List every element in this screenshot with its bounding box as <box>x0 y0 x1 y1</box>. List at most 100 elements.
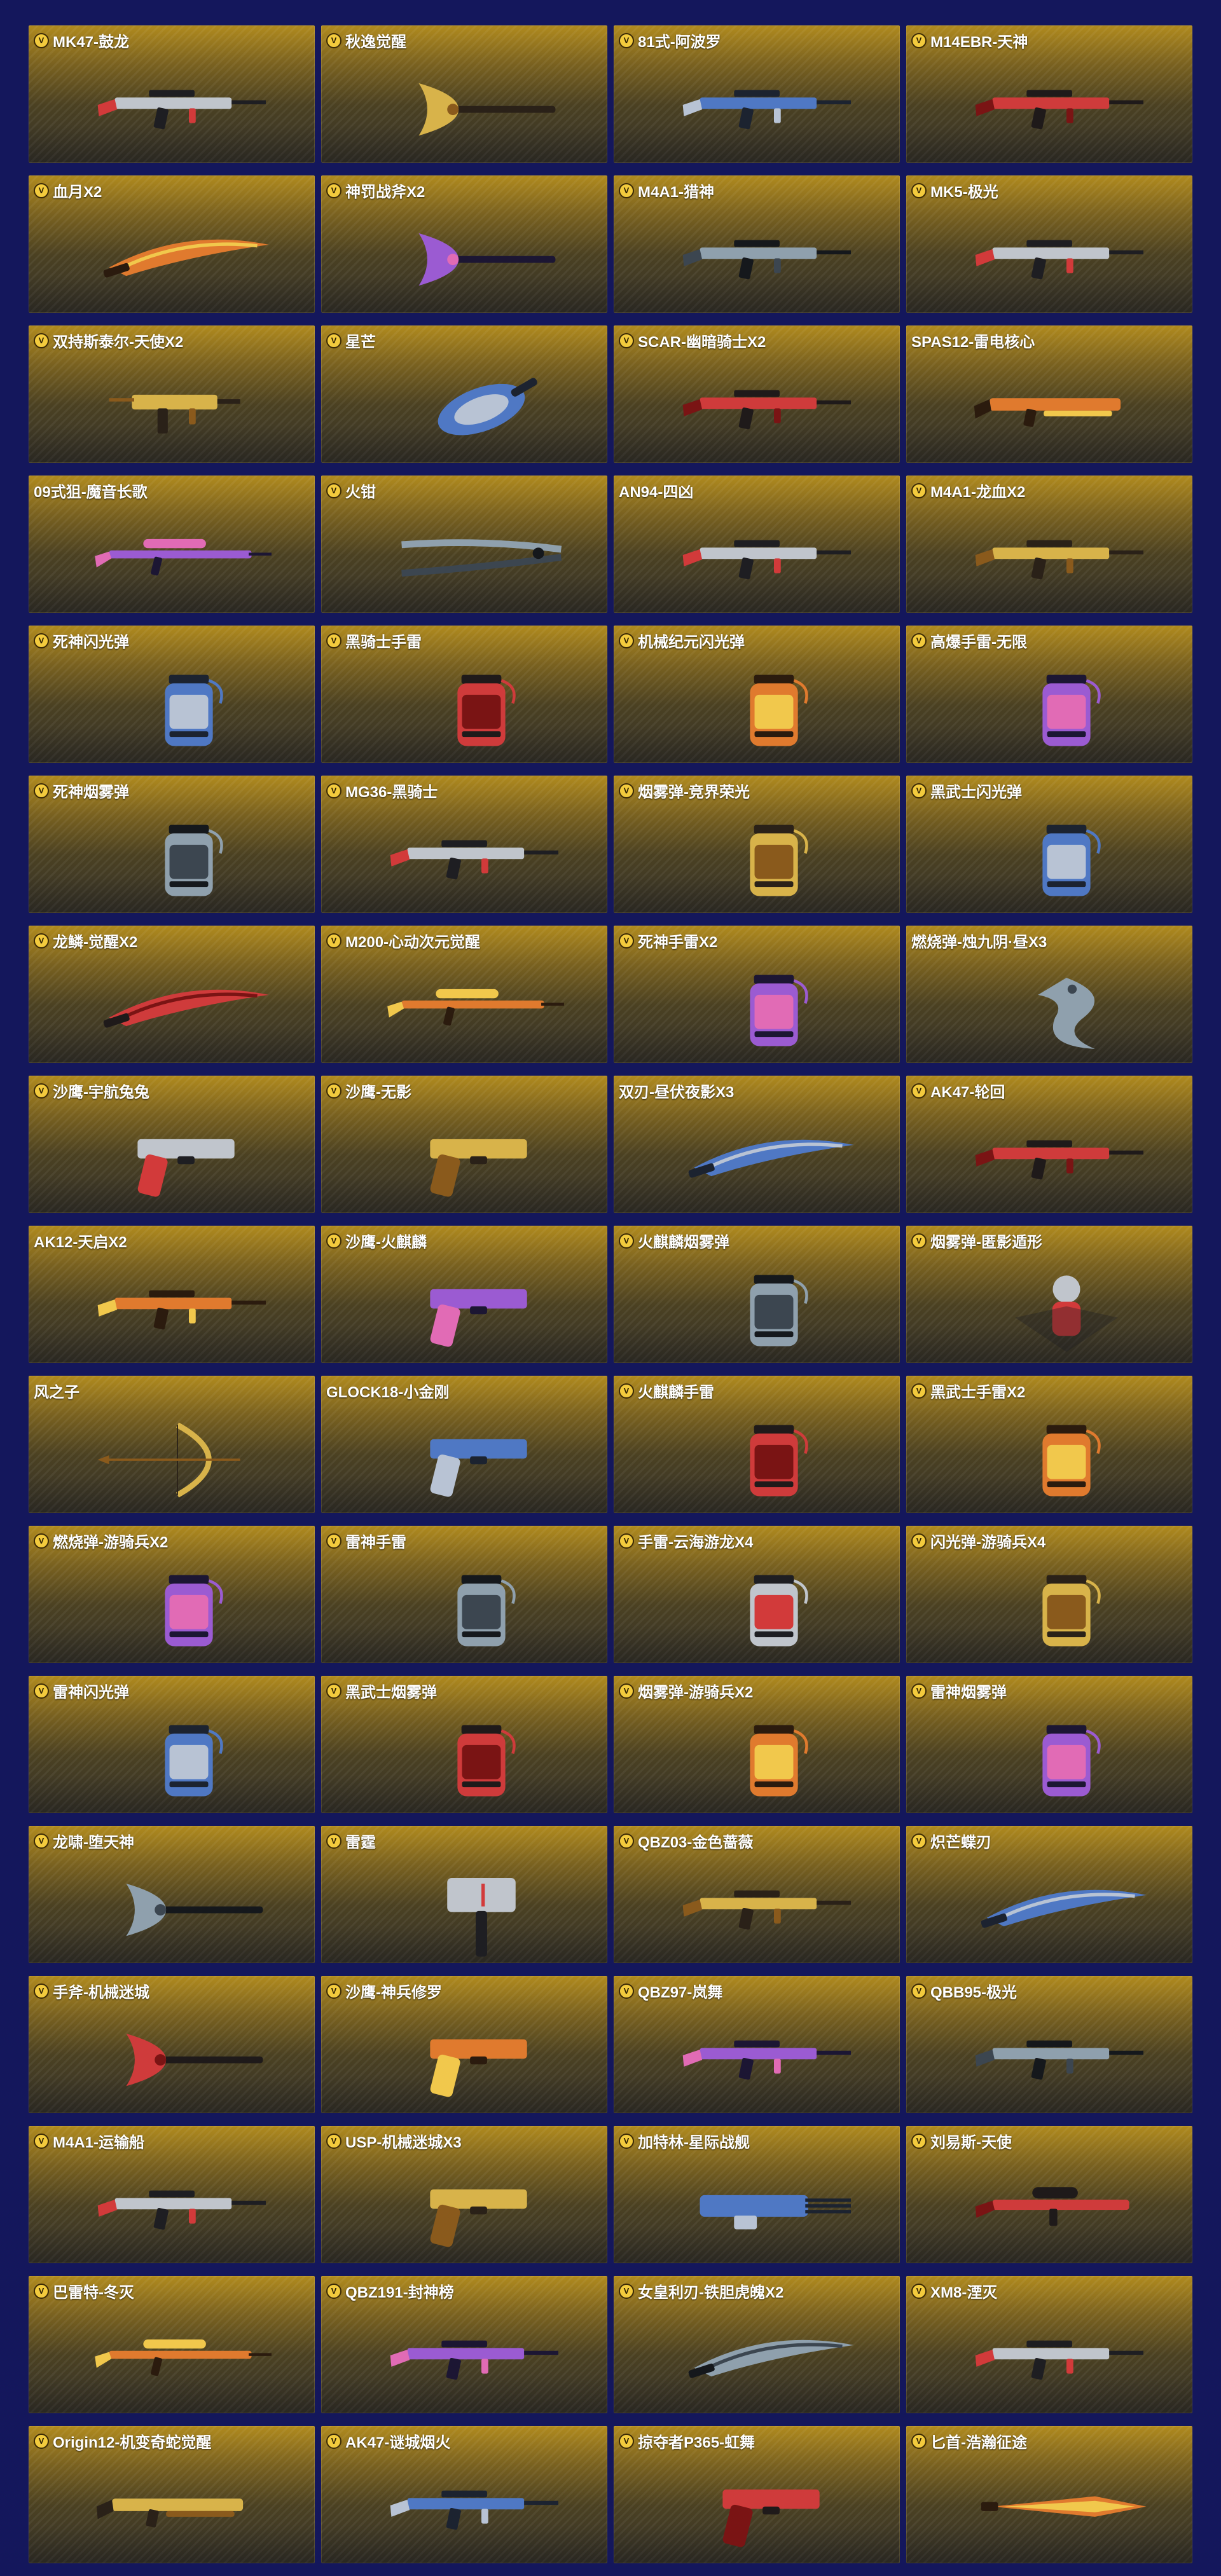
weapon-card[interactable]: V 火麒麟烟雾弹 <box>614 1226 900 1363</box>
weapon-card[interactable]: V 龙鳞-觉醒X2 <box>29 926 315 1063</box>
weapon-card[interactable]: V 沙鹰-火麒麟 <box>321 1226 607 1363</box>
dragon-figure-icon <box>963 972 1169 1050</box>
card-header: V QBZ03-金色蔷薇 <box>619 1830 753 1852</box>
weapon-card[interactable]: V 机械纪元闪光弹 <box>614 626 900 763</box>
weapon-name: 星芒 <box>345 334 376 351</box>
weapon-card[interactable]: V MG36-黑骑士 <box>321 776 607 913</box>
weapon-card[interactable]: V 烟雾弹-竞界荣光 <box>614 776 900 913</box>
weapon-card[interactable]: V 烟雾弹-游骑兵X2 <box>614 1676 900 1813</box>
card-header: V Origin12-机变奇蛇觉醒 <box>34 2430 211 2452</box>
weapon-card[interactable]: V 秋逸觉醒 <box>321 25 607 163</box>
card-header: V 烟雾弹-竞界荣光 <box>619 779 750 802</box>
weapon-card[interactable]: V M4A1-猎神 <box>614 175 900 313</box>
weapon-card[interactable]: V QBZ97-岚舞 <box>614 1976 900 2113</box>
weapon-card[interactable]: V 高爆手雷-无限 <box>906 626 1192 763</box>
weapon-name: 火麒麟烟雾弹 <box>638 1234 729 1251</box>
weapon-card[interactable]: V MK5-极光 <box>906 175 1192 313</box>
weapon-card[interactable]: V 星芒 <box>321 325 607 463</box>
weapon-card[interactable]: V 死神闪光弹 <box>29 626 315 763</box>
weapon-card[interactable]: V 火麒麟手雷 <box>614 1376 900 1513</box>
weapon-card[interactable]: V SCAR-幽暗骑士X2 <box>614 325 900 463</box>
weapon-card[interactable]: V 手斧-机械迷城 <box>29 1976 315 2113</box>
grenade-icon <box>671 1272 877 1349</box>
weapon-card[interactable]: V M4A1-运输船 <box>29 2126 315 2263</box>
weapon-card[interactable]: V 沙鹰-宇航兔兔 <box>29 1076 315 1213</box>
weapon-name: 双持斯泰尔-天使X2 <box>53 334 184 351</box>
weapon-card[interactable]: V M14EBR-天神 <box>906 25 1192 163</box>
weapon-card[interactable]: V M4A1-龙血X2 <box>906 476 1192 613</box>
weapon-card[interactable]: V QBB95-极光 <box>906 1976 1192 2113</box>
card-header: V 双持斯泰尔-天使X2 <box>34 329 183 352</box>
weapon-card[interactable]: V 雷神闪光弹 <box>29 1676 315 1813</box>
weapon-card[interactable]: V 雷神烟雾弹 <box>906 1676 1192 1813</box>
weapon-card[interactable]: 09式狙-魔音长歌 <box>29 476 315 613</box>
weapon-card[interactable]: V QBZ03-金色蔷薇 <box>614 1826 900 1963</box>
weapon-card[interactable]: V 死神烟雾弹 <box>29 776 315 913</box>
weapon-card[interactable]: V 血月X2 <box>29 175 315 313</box>
weapon-card[interactable]: GLOCK18-小金刚 <box>321 1376 607 1513</box>
v-badge-icon: V <box>326 2133 341 2149</box>
pistol-icon <box>378 2022 584 2099</box>
card-header: V MK47-鼓龙 <box>34 29 129 51</box>
weapon-card[interactable]: V 沙鹰-无影 <box>321 1076 607 1213</box>
weapon-card[interactable]: V AK47-轮回 <box>906 1076 1192 1213</box>
weapon-card[interactable]: V M200-心动次元觉醒 <box>321 926 607 1063</box>
weapon-card[interactable]: AK12-天启X2 <box>29 1226 315 1363</box>
card-header: V 沙鹰-火麒麟 <box>326 1230 427 1252</box>
weapon-card[interactable]: AN94-四凶 <box>614 476 900 613</box>
pistol-icon <box>378 1272 584 1349</box>
weapon-card[interactable]: V 匕首-浩瀚征途 <box>906 2426 1192 2563</box>
weapon-card[interactable]: V 炽芒蝶刃 <box>906 1826 1192 1963</box>
weapon-name: M4A1-猎神 <box>638 184 715 201</box>
card-header: V M14EBR-天神 <box>911 29 1028 51</box>
weapon-card[interactable]: V 燃烧弹-游骑兵X2 <box>29 1526 315 1663</box>
weapon-card[interactable]: V 黑武士闪光弹 <box>906 776 1192 913</box>
weapon-card[interactable]: V 雷神手雷 <box>321 1526 607 1663</box>
blade-icon <box>671 1122 877 1199</box>
weapon-card[interactable]: V 手雷-云海游龙X4 <box>614 1526 900 1663</box>
weapon-card[interactable]: V 黑骑士手雷 <box>321 626 607 763</box>
weapon-card[interactable]: 双刃-昼伏夜影X3 <box>614 1076 900 1213</box>
weapon-card[interactable]: V 刘易斯-天使 <box>906 2126 1192 2263</box>
weapon-card[interactable]: 燃烧弹-烛九阴·昼X3 <box>906 926 1192 1063</box>
rifle-icon <box>671 222 877 299</box>
weapon-card[interactable]: V 女皇利刃-铁胆虎魄X2 <box>614 2276 900 2413</box>
weapon-card[interactable]: V 沙鹰-神兵修罗 <box>321 1976 607 2113</box>
weapon-card[interactable]: V 神罚战斧X2 <box>321 175 607 313</box>
weapon-card[interactable]: V 81式-阿波罗 <box>614 25 900 163</box>
v-badge-icon: V <box>326 1233 341 1249</box>
weapon-card[interactable]: V 掠夺者P365-虹舞 <box>614 2426 900 2563</box>
weapon-card[interactable]: V 巴雷特-冬灭 <box>29 2276 315 2413</box>
weapon-card[interactable]: V 黑武士烟雾弹 <box>321 1676 607 1813</box>
weapon-card[interactable]: 风之子 <box>29 1376 315 1513</box>
weapon-name: 风之子 <box>34 1384 79 1401</box>
pistol-icon <box>671 2472 877 2549</box>
card-header: V 雷神烟雾弹 <box>911 1680 1007 1702</box>
card-header: 双刃-昼伏夜影X3 <box>619 1079 734 1102</box>
v-badge-icon: V <box>911 483 927 498</box>
weapon-name: AK47-谜城烟火 <box>345 2434 451 2451</box>
card-header: V 秋逸觉醒 <box>326 29 406 51</box>
card-header: V M4A1-龙血X2 <box>911 479 1025 502</box>
weapon-card[interactable]: V 龙啸-堕天神 <box>29 1826 315 1963</box>
weapon-card[interactable]: V XM8-湮灭 <box>906 2276 1192 2413</box>
weapon-card[interactable]: V 雷霆 <box>321 1826 607 1963</box>
weapon-card[interactable]: V 烟雾弹-匿影遁形 <box>906 1226 1192 1363</box>
weapon-card[interactable]: V Origin12-机变奇蛇觉醒 <box>29 2426 315 2563</box>
v-badge-icon: V <box>34 933 49 949</box>
weapon-card[interactable]: SPAS12-雷电核心 <box>906 325 1192 463</box>
weapon-card[interactable]: V QBZ191-封神榜 <box>321 2276 607 2413</box>
weapon-card[interactable]: V MK47-鼓龙 <box>29 25 315 163</box>
v-badge-icon: V <box>326 933 341 949</box>
weapon-card[interactable]: V AK47-谜城烟火 <box>321 2426 607 2563</box>
weapon-card[interactable]: V 火钳 <box>321 476 607 613</box>
weapon-card[interactable]: V 闪光弹-游骑兵X4 <box>906 1526 1192 1663</box>
weapon-card[interactable]: V USP-机械迷城X3 <box>321 2126 607 2263</box>
weapon-name: 高爆手雷-无限 <box>930 634 1027 651</box>
card-header: V 死神烟雾弹 <box>34 779 129 802</box>
weapon-name: 刘易斯-天使 <box>930 2134 1012 2151</box>
weapon-card[interactable]: V 死神手雷X2 <box>614 926 900 1063</box>
weapon-card[interactable]: V 加特林-星际战舰 <box>614 2126 900 2263</box>
weapon-card[interactable]: V 双持斯泰尔-天使X2 <box>29 325 315 463</box>
weapon-card[interactable]: V 黑武士手雷X2 <box>906 1376 1192 1513</box>
